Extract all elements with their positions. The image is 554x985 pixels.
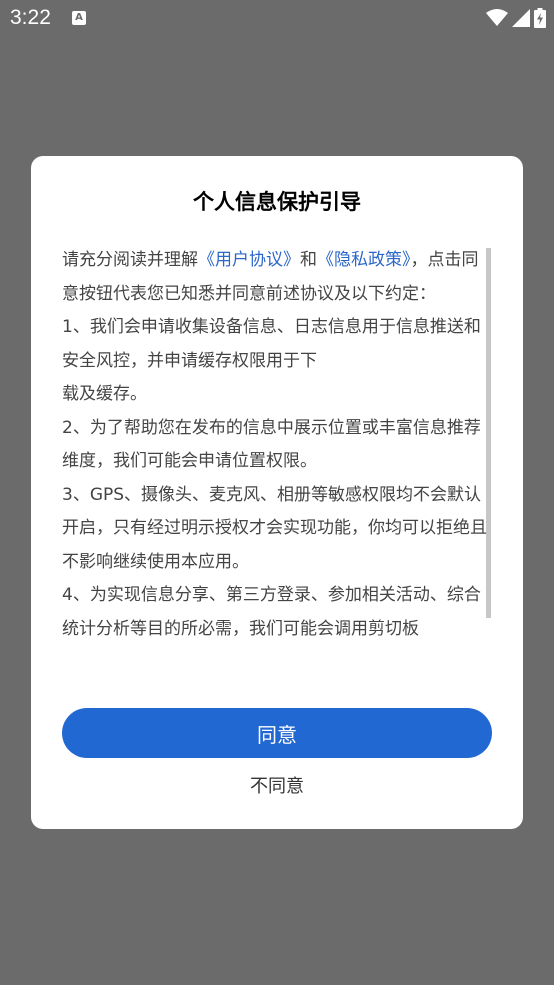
content-scrollbar[interactable] [486,248,491,618]
status-icons [486,7,546,29]
agreement-content[interactable]: 请充分阅读并理解《用户协议》和《隐私政策》，点击同意按钮代表您已知悉并同意前述协… [62,244,490,674]
status-time: 3:22 [10,6,51,29]
item-4: 4、为实现信息分享、第三方登录、参加相关活动、综合统计分析等目的所必需，我们可能… [62,585,481,639]
intro-paragraph: 请充分阅读并理解《用户协议》和《隐私政策》，点击同意按钮代表您已知悉并同意前述协… [62,244,490,311]
signal-icon [512,9,530,27]
dialog-title: 个人信息保护引导 [193,190,361,214]
user-agreement-link[interactable]: 《用户协议》 [198,250,300,270]
wifi-icon [486,9,508,26]
intro-middle: 和 [300,250,317,270]
disagree-button[interactable]: 不同意 [31,772,523,798]
item-2: 2、为了帮助您在发布的信息中展示位置或丰富信息推荐维度，我们可能会申请位置权限。 [62,417,481,472]
intro-before: 请充分阅读并理解 [62,250,198,270]
privacy-dialog: 个人信息保护引导 请充分阅读并理解《用户协议》和《隐私政策》，点击同意按钮代表您… [31,156,523,829]
item-1: 1、我们会申请收集设备信息、日志信息用于信息推送和安全风控，并申请缓存权限用于下 [62,317,481,371]
agree-button[interactable]: 同意 [62,708,492,758]
item-1-cont: 载及缓存。 [62,384,147,404]
battery-charging-icon [534,8,546,28]
notification-icon: A [72,11,86,25]
privacy-policy-link[interactable]: 《隐私政策》 [317,250,411,270]
notification-icon-letter: A [75,12,83,23]
status-bar: 3:22 A [0,0,554,36]
item-3: 3、GPS、摄像头、麦克风、相册等敏感权限均不会默认开启，只有经过明示授权才会实… [62,484,487,572]
